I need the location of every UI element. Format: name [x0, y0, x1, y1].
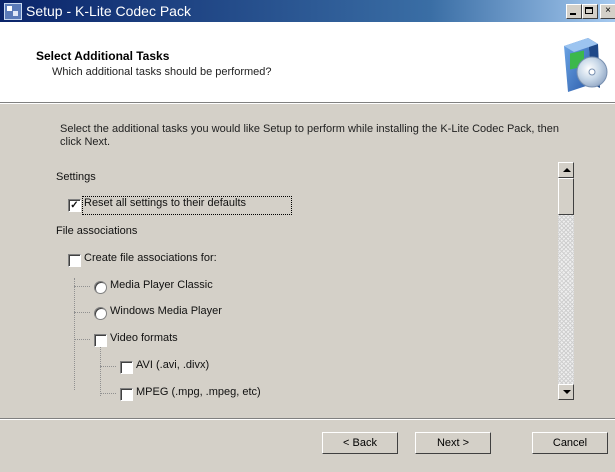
minimize-button[interactable]: [566, 4, 582, 19]
task-heading-label: Settings: [56, 171, 96, 183]
title-bar[interactable]: Setup - K-Lite Codec Pack ×: [0, 0, 615, 22]
tree-connector: [74, 339, 90, 340]
checkbox-avi[interactable]: [120, 361, 133, 374]
cancel-button[interactable]: Cancel: [532, 432, 608, 454]
scroll-thumb[interactable]: [558, 178, 574, 215]
arrow-down-icon: [563, 390, 571, 394]
wizard-header: Select Additional Tasks Which additional…: [0, 22, 615, 103]
task-label: Media Player Classic: [110, 279, 213, 291]
tree-connector: [100, 366, 116, 367]
task-heading-label: File associations: [56, 225, 138, 237]
header-divider: [0, 103, 615, 104]
checkbox-create-file-associations[interactable]: [68, 254, 81, 267]
software-box-cd-icon: [564, 38, 608, 92]
tasks-list[interactable]: Settings ✓ Reset all settings to their d…: [56, 158, 556, 408]
arrow-up-icon: [563, 168, 571, 172]
checkbox-reset-settings[interactable]: ✓: [68, 199, 81, 212]
task-label: Windows Media Player: [110, 305, 222, 317]
radio-windows-media-player[interactable]: [94, 307, 107, 320]
tree-connector: [100, 393, 116, 394]
checkbox-video-formats[interactable]: [94, 334, 107, 347]
task-label: Video formats: [110, 332, 178, 344]
task-label: Reset all settings to their defaults: [84, 197, 247, 209]
next-button[interactable]: Next >: [415, 432, 491, 454]
tree-connector: [74, 312, 90, 313]
tree-connector: [74, 286, 90, 287]
page-subtitle: Which additional tasks should be perform…: [52, 66, 272, 78]
task-label: AVI (.avi, .divx): [136, 359, 210, 371]
radio-media-player-classic[interactable]: [94, 281, 107, 294]
window-title: Setup - K-Lite Codec Pack: [26, 3, 191, 19]
task-label: MPEG (.mpg, .mpeg, etc): [136, 386, 261, 398]
close-button[interactable]: ×: [600, 4, 615, 19]
footer-divider-highlight: [0, 419, 615, 420]
scroll-up-button[interactable]: [558, 162, 574, 178]
instructions-text: Select the additional tasks you would li…: [60, 123, 559, 148]
setup-window: Setup - K-Lite Codec Pack × Select Addit…: [0, 0, 615, 472]
checkbox-mpeg[interactable]: [120, 388, 133, 401]
maximize-button[interactable]: [582, 4, 598, 19]
tree-connector: [100, 346, 101, 396]
scroll-down-button[interactable]: [558, 384, 574, 400]
page-title: Select Additional Tasks: [36, 49, 170, 63]
task-label: Create file associations for:: [84, 252, 217, 264]
tasks-scrollbar[interactable]: [558, 162, 574, 400]
tree-connector: [74, 278, 75, 390]
setup-app-icon: [4, 3, 22, 20]
back-button[interactable]: < Back: [322, 432, 398, 454]
